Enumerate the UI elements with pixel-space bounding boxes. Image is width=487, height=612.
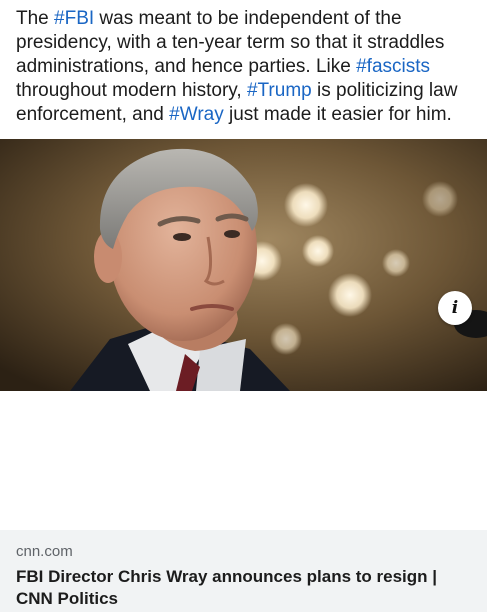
hashtag-link-fbi[interactable]: #FBI [54, 8, 94, 29]
hashtag-link-fascists[interactable]: #fascists [356, 56, 430, 77]
card-domain: cnn.com [16, 543, 73, 560]
card-title[interactable]: FBI Director Chris Wray announces plans … [16, 566, 478, 610]
article-photo[interactable]: i [0, 139, 487, 391]
info-icon: i [451, 297, 459, 318]
post-text-segment: throughout modern history, [16, 80, 247, 101]
card-footer[interactable]: cnn.com FBI Director Chris Wray announce… [0, 530, 487, 612]
post-text-segment: just made it easier for him. [223, 104, 452, 125]
hashtag-link-trump[interactable]: #Trump [247, 80, 312, 101]
post-text: The #FBI was meant to be independent of … [16, 7, 478, 127]
hashtag-link-wray[interactable]: #Wray [169, 104, 224, 125]
info-button[interactable]: i [438, 291, 472, 325]
link-preview-card[interactable]: i cnn.com FBI Director Chris Wray announ… [0, 139, 487, 612]
post-text-segment: The [16, 8, 55, 29]
